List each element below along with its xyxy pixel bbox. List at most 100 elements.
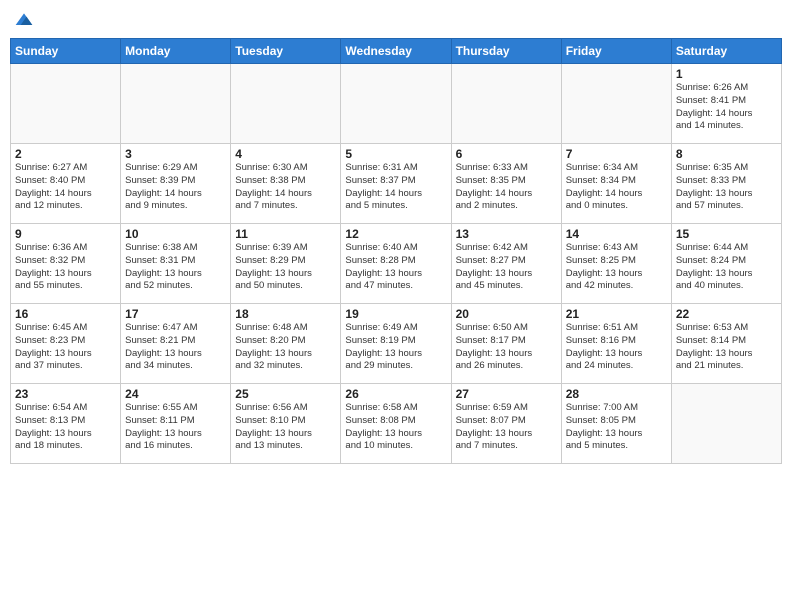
day-info: Sunrise: 6:29 AM Sunset: 8:39 PM Dayligh… (125, 162, 226, 213)
calendar-cell: 26Sunrise: 6:58 AM Sunset: 8:08 PM Dayli… (341, 384, 451, 464)
day-number: 3 (125, 147, 226, 161)
day-number: 24 (125, 387, 226, 401)
calendar-cell: 20Sunrise: 6:50 AM Sunset: 8:17 PM Dayli… (451, 304, 561, 384)
calendar-weekday-sunday: Sunday (11, 39, 121, 64)
day-number: 28 (566, 387, 667, 401)
calendar-cell: 13Sunrise: 6:42 AM Sunset: 8:27 PM Dayli… (451, 224, 561, 304)
calendar-cell: 16Sunrise: 6:45 AM Sunset: 8:23 PM Dayli… (11, 304, 121, 384)
day-info: Sunrise: 6:51 AM Sunset: 8:16 PM Dayligh… (566, 322, 667, 373)
calendar-cell (121, 64, 231, 144)
calendar-week-row: 2Sunrise: 6:27 AM Sunset: 8:40 PM Daylig… (11, 144, 782, 224)
day-number: 16 (15, 307, 116, 321)
day-info: Sunrise: 6:31 AM Sunset: 8:37 PM Dayligh… (345, 162, 446, 213)
day-info: Sunrise: 6:40 AM Sunset: 8:28 PM Dayligh… (345, 242, 446, 293)
calendar-weekday-wednesday: Wednesday (341, 39, 451, 64)
calendar-header-row: SundayMondayTuesdayWednesdayThursdayFrid… (11, 39, 782, 64)
calendar-cell: 10Sunrise: 6:38 AM Sunset: 8:31 PM Dayli… (121, 224, 231, 304)
day-number: 20 (456, 307, 557, 321)
day-info: Sunrise: 6:39 AM Sunset: 8:29 PM Dayligh… (235, 242, 336, 293)
calendar-cell: 25Sunrise: 6:56 AM Sunset: 8:10 PM Dayli… (231, 384, 341, 464)
logo (10, 10, 34, 30)
calendar-cell: 11Sunrise: 6:39 AM Sunset: 8:29 PM Dayli… (231, 224, 341, 304)
day-number: 21 (566, 307, 667, 321)
calendar-weekday-friday: Friday (561, 39, 671, 64)
calendar-week-row: 23Sunrise: 6:54 AM Sunset: 8:13 PM Dayli… (11, 384, 782, 464)
calendar-cell: 18Sunrise: 6:48 AM Sunset: 8:20 PM Dayli… (231, 304, 341, 384)
calendar-cell: 23Sunrise: 6:54 AM Sunset: 8:13 PM Dayli… (11, 384, 121, 464)
calendar-cell (341, 64, 451, 144)
day-info: Sunrise: 6:38 AM Sunset: 8:31 PM Dayligh… (125, 242, 226, 293)
day-number: 13 (456, 227, 557, 241)
day-number: 5 (345, 147, 446, 161)
calendar-cell: 21Sunrise: 6:51 AM Sunset: 8:16 PM Dayli… (561, 304, 671, 384)
day-number: 10 (125, 227, 226, 241)
calendar-cell (451, 64, 561, 144)
day-info: Sunrise: 6:45 AM Sunset: 8:23 PM Dayligh… (15, 322, 116, 373)
day-number: 12 (345, 227, 446, 241)
calendar-cell: 1Sunrise: 6:26 AM Sunset: 8:41 PM Daylig… (671, 64, 781, 144)
calendar-cell: 9Sunrise: 6:36 AM Sunset: 8:32 PM Daylig… (11, 224, 121, 304)
day-info: Sunrise: 6:27 AM Sunset: 8:40 PM Dayligh… (15, 162, 116, 213)
logo-icon (14, 10, 34, 30)
day-info: Sunrise: 6:34 AM Sunset: 8:34 PM Dayligh… (566, 162, 667, 213)
calendar-cell: 8Sunrise: 6:35 AM Sunset: 8:33 PM Daylig… (671, 144, 781, 224)
day-number: 14 (566, 227, 667, 241)
day-number: 2 (15, 147, 116, 161)
day-info: Sunrise: 7:00 AM Sunset: 8:05 PM Dayligh… (566, 402, 667, 453)
day-number: 25 (235, 387, 336, 401)
day-info: Sunrise: 6:54 AM Sunset: 8:13 PM Dayligh… (15, 402, 116, 453)
day-number: 9 (15, 227, 116, 241)
calendar-cell: 2Sunrise: 6:27 AM Sunset: 8:40 PM Daylig… (11, 144, 121, 224)
calendar-cell (561, 64, 671, 144)
calendar-week-row: 1Sunrise: 6:26 AM Sunset: 8:41 PM Daylig… (11, 64, 782, 144)
day-number: 11 (235, 227, 336, 241)
day-info: Sunrise: 6:59 AM Sunset: 8:07 PM Dayligh… (456, 402, 557, 453)
day-info: Sunrise: 6:58 AM Sunset: 8:08 PM Dayligh… (345, 402, 446, 453)
calendar-cell: 3Sunrise: 6:29 AM Sunset: 8:39 PM Daylig… (121, 144, 231, 224)
day-info: Sunrise: 6:49 AM Sunset: 8:19 PM Dayligh… (345, 322, 446, 373)
day-info: Sunrise: 6:48 AM Sunset: 8:20 PM Dayligh… (235, 322, 336, 373)
day-number: 4 (235, 147, 336, 161)
calendar-cell (231, 64, 341, 144)
calendar-week-row: 16Sunrise: 6:45 AM Sunset: 8:23 PM Dayli… (11, 304, 782, 384)
calendar-cell: 17Sunrise: 6:47 AM Sunset: 8:21 PM Dayli… (121, 304, 231, 384)
calendar-cell: 4Sunrise: 6:30 AM Sunset: 8:38 PM Daylig… (231, 144, 341, 224)
day-info: Sunrise: 6:35 AM Sunset: 8:33 PM Dayligh… (676, 162, 777, 213)
day-number: 22 (676, 307, 777, 321)
page: SundayMondayTuesdayWednesdayThursdayFrid… (0, 0, 792, 612)
calendar-cell: 22Sunrise: 6:53 AM Sunset: 8:14 PM Dayli… (671, 304, 781, 384)
day-info: Sunrise: 6:56 AM Sunset: 8:10 PM Dayligh… (235, 402, 336, 453)
day-number: 26 (345, 387, 446, 401)
day-number: 27 (456, 387, 557, 401)
calendar-cell: 7Sunrise: 6:34 AM Sunset: 8:34 PM Daylig… (561, 144, 671, 224)
day-info: Sunrise: 6:30 AM Sunset: 8:38 PM Dayligh… (235, 162, 336, 213)
calendar-week-row: 9Sunrise: 6:36 AM Sunset: 8:32 PM Daylig… (11, 224, 782, 304)
day-info: Sunrise: 6:36 AM Sunset: 8:32 PM Dayligh… (15, 242, 116, 293)
calendar-cell: 24Sunrise: 6:55 AM Sunset: 8:11 PM Dayli… (121, 384, 231, 464)
calendar-cell (11, 64, 121, 144)
day-number: 1 (676, 67, 777, 81)
day-number: 19 (345, 307, 446, 321)
day-number: 17 (125, 307, 226, 321)
calendar-weekday-monday: Monday (121, 39, 231, 64)
day-info: Sunrise: 6:33 AM Sunset: 8:35 PM Dayligh… (456, 162, 557, 213)
calendar: SundayMondayTuesdayWednesdayThursdayFrid… (10, 38, 782, 464)
day-number: 23 (15, 387, 116, 401)
day-info: Sunrise: 6:50 AM Sunset: 8:17 PM Dayligh… (456, 322, 557, 373)
header (10, 10, 782, 30)
calendar-cell: 19Sunrise: 6:49 AM Sunset: 8:19 PM Dayli… (341, 304, 451, 384)
day-info: Sunrise: 6:26 AM Sunset: 8:41 PM Dayligh… (676, 82, 777, 133)
calendar-cell: 28Sunrise: 7:00 AM Sunset: 8:05 PM Dayli… (561, 384, 671, 464)
day-number: 6 (456, 147, 557, 161)
calendar-weekday-saturday: Saturday (671, 39, 781, 64)
calendar-cell: 27Sunrise: 6:59 AM Sunset: 8:07 PM Dayli… (451, 384, 561, 464)
calendar-weekday-tuesday: Tuesday (231, 39, 341, 64)
day-info: Sunrise: 6:53 AM Sunset: 8:14 PM Dayligh… (676, 322, 777, 373)
calendar-cell: 6Sunrise: 6:33 AM Sunset: 8:35 PM Daylig… (451, 144, 561, 224)
day-info: Sunrise: 6:42 AM Sunset: 8:27 PM Dayligh… (456, 242, 557, 293)
day-info: Sunrise: 6:55 AM Sunset: 8:11 PM Dayligh… (125, 402, 226, 453)
day-number: 15 (676, 227, 777, 241)
calendar-cell (671, 384, 781, 464)
day-number: 7 (566, 147, 667, 161)
day-number: 18 (235, 307, 336, 321)
